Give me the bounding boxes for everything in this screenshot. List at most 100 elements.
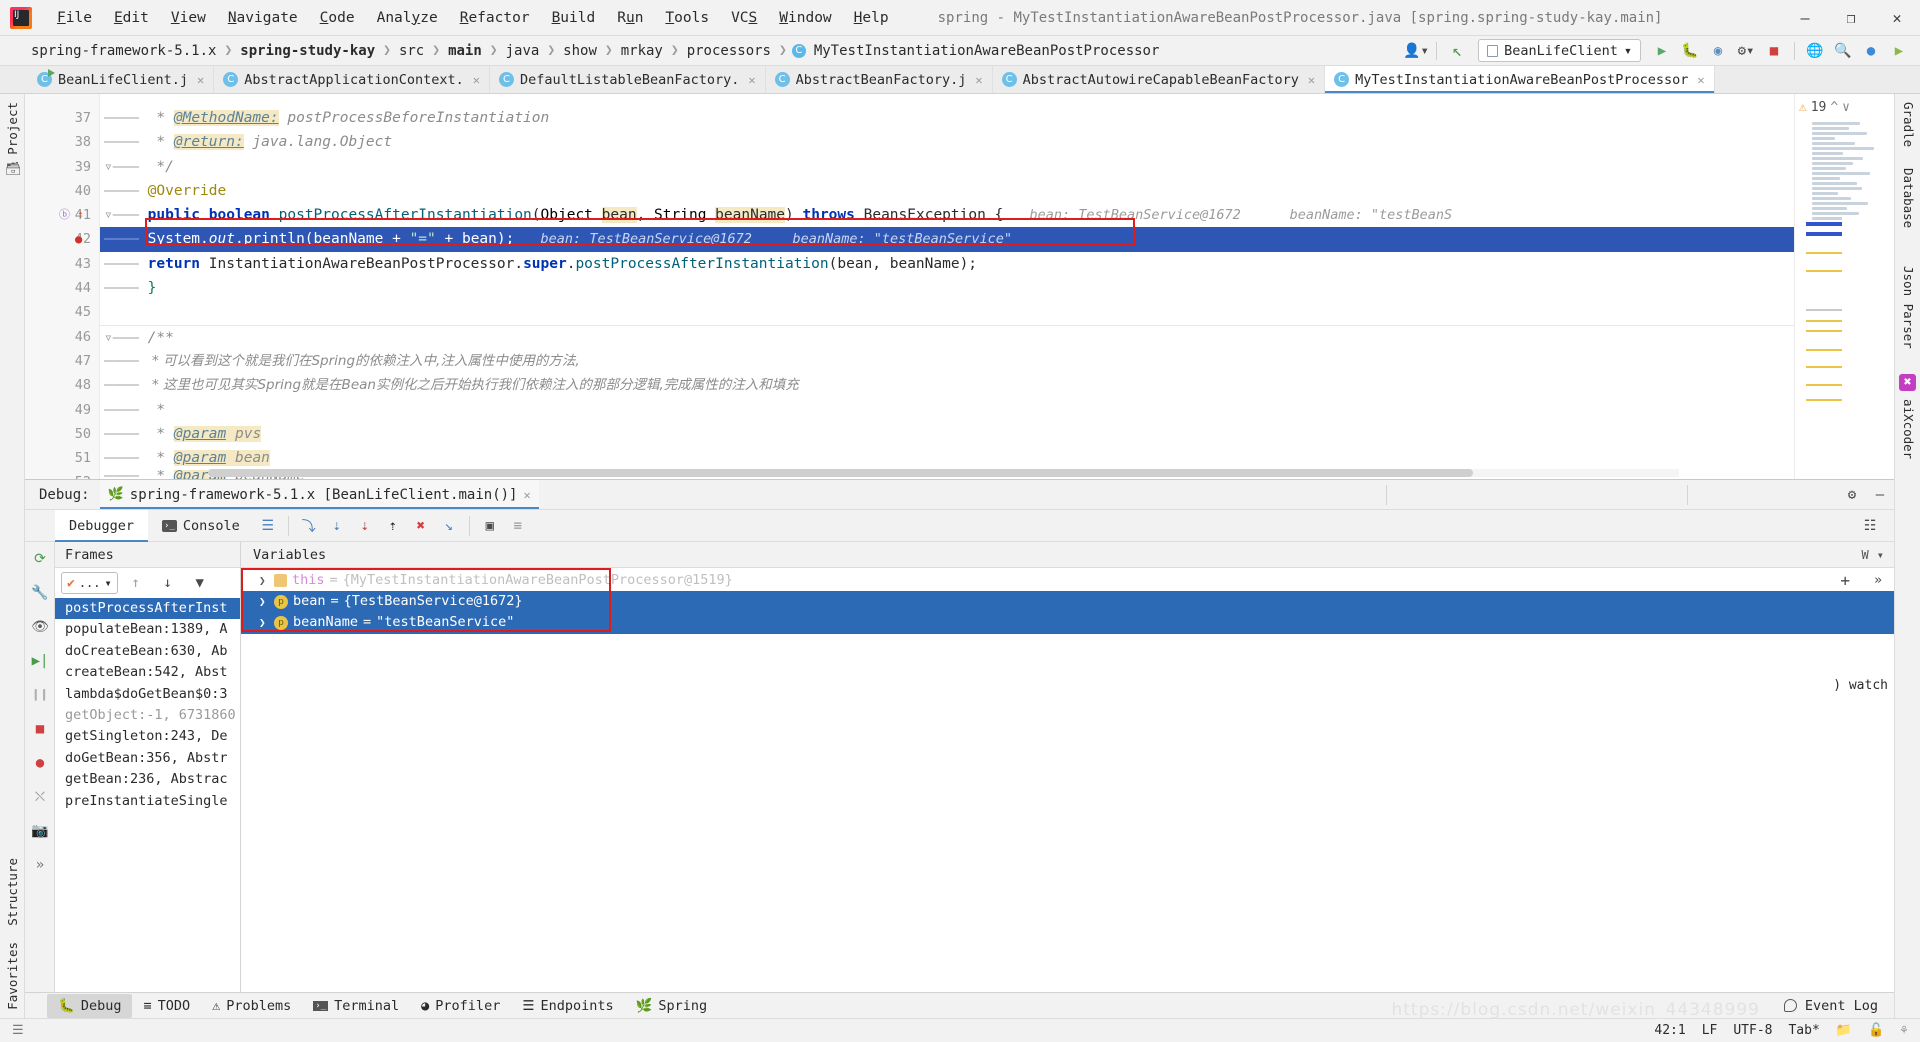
breadcrumb-item-4[interactable]: java	[503, 42, 543, 60]
update-icon[interactable]: ●	[1858, 39, 1884, 63]
menu-edit[interactable]: Edit	[103, 6, 160, 30]
camera-icon[interactable]: 📷	[25, 814, 55, 848]
close-icon[interactable]: ✕	[1694, 73, 1704, 87]
breadcrumb-item-7[interactable]: processors	[684, 42, 774, 60]
git-branch-icon[interactable]: 📁	[1836, 1023, 1852, 1038]
marker-warning[interactable]	[1806, 320, 1842, 322]
close-icon[interactable]: ✕	[972, 73, 982, 87]
drop-frame-icon[interactable]: ✖	[407, 512, 435, 540]
editor-tab-3[interactable]: C AbstractBeanFactory.j ✕	[766, 66, 993, 93]
run-configuration-selector[interactable]: BeanLifeClient ▾	[1478, 39, 1641, 62]
filter-icon[interactable]: ▼	[186, 569, 214, 597]
expand-icon[interactable]: »	[25, 848, 55, 882]
menu-refactor[interactable]: Refactor	[449, 6, 541, 30]
marker-warning[interactable]	[1806, 399, 1842, 401]
frame-row[interactable]: populateBean:1389, A	[55, 619, 240, 640]
marker-warning[interactable]	[1806, 270, 1842, 272]
close-icon[interactable]: ✕	[1305, 73, 1315, 87]
variable-row-bean[interactable]: ❯ p bean = {TestBeanService@1672}	[241, 591, 1894, 613]
close-icon[interactable]: ✕	[470, 73, 480, 87]
stop-button[interactable]: ■	[1761, 39, 1787, 63]
menu-help[interactable]: Help	[843, 6, 900, 30]
marker-current-line[interactable]	[1806, 232, 1842, 236]
tab-console[interactable]: ›_ Console	[148, 510, 254, 542]
menu-vcs[interactable]: VCS	[720, 6, 768, 30]
bottom-tab-spring[interactable]: 🌿 Spring	[625, 994, 719, 1018]
marker-info[interactable]	[1806, 309, 1842, 311]
menu-window[interactable]: Window	[768, 6, 842, 30]
menu-file[interactable]: File	[46, 6, 103, 30]
bottom-tab-todo[interactable]: ≡ TODO	[132, 994, 201, 1018]
frame-row[interactable]: preInstantiateSingle	[55, 791, 240, 812]
thread-selector[interactable]: ✔ ... ▾	[61, 572, 118, 594]
run-button[interactable]: ▶	[1649, 39, 1675, 63]
menu-run[interactable]: Run	[606, 6, 654, 30]
search-icon[interactable]: 🔍	[1830, 39, 1856, 63]
editor-tab-5[interactable]: C MyTestInstantiationAwareBeanPostProces…	[1325, 66, 1715, 93]
menu-navigate[interactable]: Navigate	[217, 6, 309, 30]
pause-icon[interactable]: ❙❙	[25, 678, 55, 712]
aixcoder-icon[interactable]: ✖	[1899, 374, 1916, 391]
marker-warning[interactable]	[1806, 384, 1842, 386]
restore-layout-icon[interactable]: ≡	[504, 512, 532, 540]
run-to-cursor-icon[interactable]: ↘	[435, 512, 463, 540]
mute-breakpoints-icon[interactable]: ⛌	[25, 780, 55, 814]
settings-layout-icon[interactable]: ☷	[1856, 512, 1884, 540]
code-editor[interactable]: 37 38 39 40 41 ⓑ ⇡ 42 ● 43 44 45 46 47 4…	[25, 94, 1894, 479]
lock-icon[interactable]: 🔓	[1868, 1023, 1884, 1038]
profile-button[interactable]: ⚙▾	[1733, 39, 1759, 63]
expand-arrow-icon[interactable]: ❯	[259, 570, 269, 591]
arrow-up-icon[interactable]: ↑	[122, 569, 150, 597]
expand-icon[interactable]: ☰	[12, 1023, 24, 1038]
expand-arrow-icon[interactable]: ❯	[259, 612, 269, 633]
resume-icon[interactable]: ▶|	[25, 644, 55, 678]
editor-tab-2[interactable]: C DefaultListableBeanFactory. ✕	[490, 66, 766, 93]
frame-row[interactable]: getObject:-1, 6731860	[55, 705, 240, 726]
debug-button[interactable]: 🐛	[1677, 39, 1703, 63]
variables-body[interactable]: + » ❯ this = {MyTestInstantiationAwareBe…	[241, 568, 1894, 992]
user-avatar-icon[interactable]: 👤▾	[1403, 39, 1429, 63]
add-watch-button[interactable]: +	[1840, 571, 1850, 590]
marker-warning[interactable]	[1806, 366, 1842, 368]
caret-position[interactable]: 42:1	[1654, 1023, 1685, 1038]
editor-marker-panel[interactable]: ⚠ 19 ^ ∨	[1794, 94, 1894, 479]
close-icon[interactable]: ✕	[524, 488, 531, 502]
settings-wrench-icon[interactable]: 🔧	[25, 576, 55, 610]
frame-row[interactable]: doCreateBean:630, Ab	[55, 641, 240, 662]
sidebar-item-gradle[interactable]: Gradle	[1901, 102, 1916, 147]
minimize-button[interactable]: —	[1782, 0, 1828, 36]
bottom-tab-profiler[interactable]: ◕ Profiler	[410, 994, 511, 1018]
frame-row[interactable]: doGetBean:356, Abstr	[55, 748, 240, 769]
menu-code[interactable]: Code	[309, 6, 366, 30]
run-coverage-button[interactable]: ◉	[1705, 39, 1731, 63]
marker-warning[interactable]	[1806, 252, 1842, 254]
sidebar-item-aixcoder[interactable]: aiXcoder	[1901, 399, 1916, 459]
code-text-area[interactable]: ———— * @MethodName: postProcessBeforeIns…	[100, 94, 1894, 479]
inspection-warning-summary[interactable]: ⚠ 19 ^ ∨	[1799, 100, 1850, 115]
bottom-tab-terminal[interactable]: ›_ Terminal	[302, 994, 410, 1018]
frames-list[interactable]: postProcessAfterInst populateBean:1389, …	[55, 598, 240, 992]
translate-icon[interactable]: 🌐	[1802, 39, 1828, 63]
gear-icon[interactable]: ⚙	[1838, 481, 1866, 509]
step-over-icon[interactable]: ⤵	[295, 512, 323, 540]
method-override-icon[interactable]: ⓑ	[59, 203, 70, 227]
editor-tab-1[interactable]: C AbstractApplicationContext. ✕	[214, 66, 490, 93]
menu-view[interactable]: View	[160, 6, 217, 30]
frame-row[interactable]: getSingleton:243, De	[55, 726, 240, 747]
breakpoint-icon[interactable]: ●	[75, 227, 82, 251]
marker-warning[interactable]	[1806, 349, 1842, 351]
rerun-icon[interactable]: ⟳	[25, 542, 55, 576]
evaluate-expression-icon[interactable]: ▣	[476, 512, 504, 540]
indent-setting[interactable]: Tab*	[1788, 1023, 1819, 1038]
close-button[interactable]: ✕	[1874, 0, 1920, 36]
back-arrow-icon[interactable]: ↖	[1444, 39, 1470, 63]
stop-icon[interactable]: ■	[25, 712, 55, 746]
frame-row[interactable]: lambda$doGetBean$0:3	[55, 684, 240, 705]
implementing-method-icon[interactable]: ⇡	[77, 203, 84, 227]
bottom-tab-debug[interactable]: 🐛 Debug	[47, 993, 133, 1018]
menu-analyze[interactable]: Analyze	[366, 6, 449, 30]
editor-horizontal-scrollbar[interactable]	[208, 469, 1679, 477]
sidebar-item-structure[interactable]: Structure	[5, 858, 20, 926]
breadcrumb-item-5[interactable]: show	[560, 42, 600, 60]
breadcrumb-item-1[interactable]: spring-study-kay	[237, 42, 378, 60]
